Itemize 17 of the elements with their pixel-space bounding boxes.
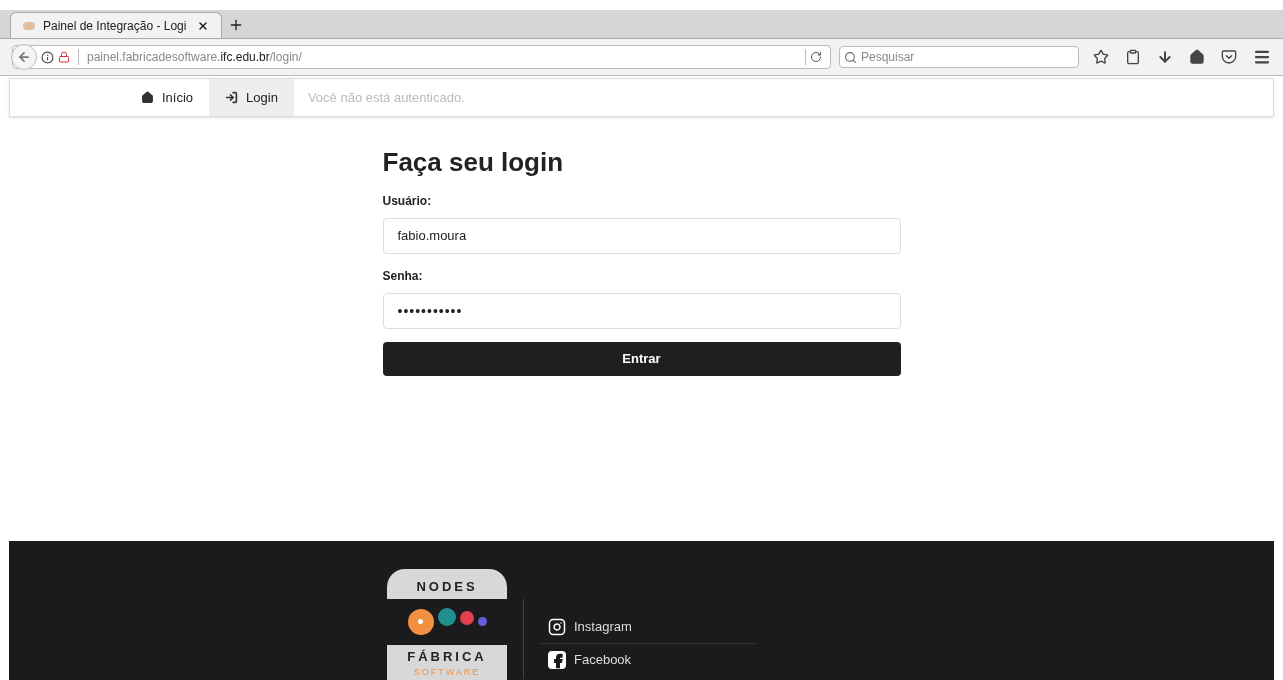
field-label: Senha: bbox=[382, 268, 424, 285]
tab-title: Painel de Integração - Logi bbox=[43, 17, 187, 35]
login-button[interactable]: Entrar bbox=[382, 342, 901, 376]
social-link[interactable]: Instagram bbox=[540, 611, 756, 643]
username-field[interactable]: fabio.moura bbox=[382, 218, 901, 254]
nav-link[interactable]: Início bbox=[125, 79, 210, 116]
social-link[interactable]: Facebook bbox=[540, 643, 756, 675]
url-text: painel.fabricadesoftware.ifc.edu.br/login/ bbox=[87, 49, 302, 66]
logo-drawing: NODES FÁBRICA SOFTWARE bbox=[387, 569, 507, 680]
search-field[interactable]: Pesquisar bbox=[839, 46, 1079, 68]
browser-tab[interactable]: Painel de Integração - Logi bbox=[10, 12, 222, 38]
page-title: Faça seu login bbox=[382, 146, 565, 179]
field-label: Usuário: bbox=[382, 193, 433, 210]
address-field[interactable]: painel.fabricadesoftware.ifc.edu.br/login/ bbox=[12, 45, 831, 69]
nav-link[interactable]: Login bbox=[209, 79, 294, 116]
password-field[interactable]: ••••••••••• bbox=[382, 293, 901, 329]
auth-status: Você não está autenticado. bbox=[307, 88, 465, 107]
